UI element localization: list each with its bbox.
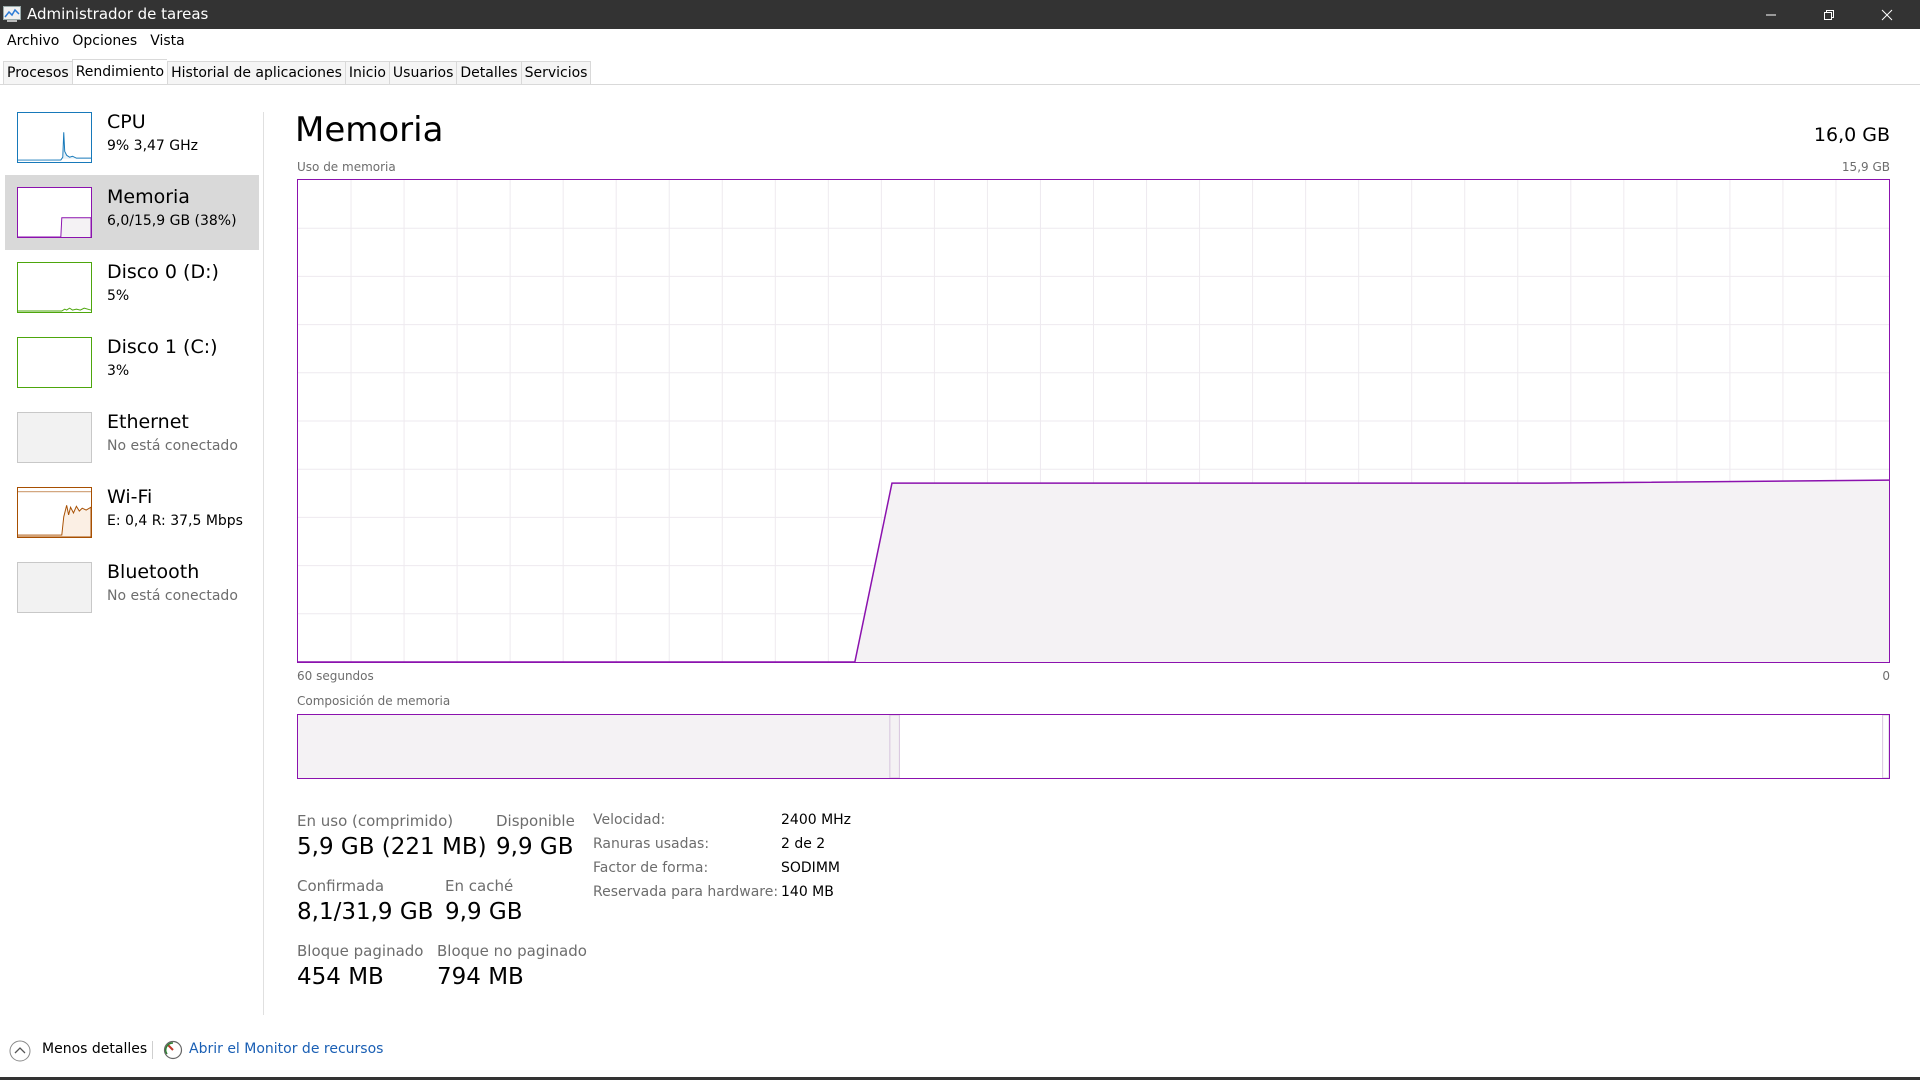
sidebar-item-title: Bluetooth <box>107 561 200 583</box>
bluetooth-thumbnail <box>17 562 92 613</box>
open-resource-monitor-link[interactable]: Abrir el Monitor de recursos <box>189 1041 383 1057</box>
spec-key-speed: Velocidad: <box>593 812 666 828</box>
cached-value: 9,9 GB <box>445 899 523 925</box>
sidebar-item-disco-0[interactable]: Disco 0 (D:) 5% <box>5 250 259 325</box>
close-icon <box>1881 9 1893 20</box>
composition-modified <box>889 715 900 778</box>
minimize-button[interactable] <box>1742 0 1800 29</box>
task-manager-icon <box>3 6 21 22</box>
wifi-thumbnail <box>17 487 92 538</box>
total-memory: 16,0 GB <box>1813 124 1890 146</box>
tab-detalles[interactable]: Detalles <box>456 61 521 85</box>
available-value: 9,9 GB <box>496 834 574 860</box>
sidebar-item-memoria[interactable]: Memoria 6,0/15,9 GB (38%) <box>5 175 259 250</box>
sidebar-item-title: CPU <box>107 111 146 133</box>
footer: Menos detalles Abrir el Monitor de recur… <box>0 1035 1920 1065</box>
close-button[interactable] <box>1858 0 1916 29</box>
page-title: Memoria <box>295 110 444 150</box>
memory-composition-bar <box>297 714 1890 779</box>
composition-free <box>1882 715 1889 778</box>
sidebar-item-title: Ethernet <box>107 411 189 433</box>
sidebar-item-ethernet[interactable]: Ethernet No está conectado <box>5 400 259 475</box>
tab-servicios[interactable]: Servicios <box>520 61 592 85</box>
sidebar-item-title: Disco 0 (D:) <box>107 261 219 283</box>
nonpaged-pool-value: 794 MB <box>437 964 524 990</box>
composition-in-use <box>298 715 890 778</box>
memory-usage-graph <box>297 179 1890 663</box>
sidebar-item-cpu[interactable]: CPU 9% 3,47 GHz <box>5 100 259 175</box>
resource-list: CPU 9% 3,47 GHz Memoria 6,0/15,9 GB (38%… <box>5 100 259 625</box>
spec-value-speed: 2400 MHz <box>781 812 852 828</box>
sidebar-item-title: Disco 1 (C:) <box>107 336 218 358</box>
tab-procesos[interactable]: Procesos <box>3 61 72 85</box>
usage-label: Uso de memoria <box>297 160 396 174</box>
fewer-details-label: Menos detalles <box>42 1041 148 1057</box>
sidebar-item-subtitle: 3% <box>107 363 130 379</box>
sidebar-item-subtitle: 5% <box>107 288 130 304</box>
tab-historial[interactable]: Historial de aplicaciones <box>167 61 345 85</box>
spec-value-slots: 2 de 2 <box>781 836 826 852</box>
spec-value-reserved: 140 MB <box>781 884 834 900</box>
sidebar-item-title: Memoria <box>107 186 190 208</box>
sidebar-item-disco-1[interactable]: Disco 1 (C:) 3% <box>5 325 259 400</box>
cached-label: En caché <box>445 877 514 895</box>
sidebar-item-subtitle: 9% 3,47 GHz <box>107 138 199 154</box>
paged-pool-value: 454 MB <box>297 964 384 990</box>
cpu-thumbnail <box>17 112 92 163</box>
tab-inicio[interactable]: Inicio <box>344 61 389 85</box>
minimize-icon <box>1766 14 1776 15</box>
menu-opciones[interactable]: Opciones <box>72 33 137 49</box>
sidebar-item-title: Wi-Fi <box>107 486 153 508</box>
in-use-value: 5,9 GB (221 MB) <box>297 834 487 860</box>
chevron-up-icon <box>9 1040 31 1062</box>
composition-label: Composición de memoria <box>297 694 451 708</box>
sidebar-item-subtitle: No está conectado <box>107 588 238 604</box>
menu-bar: Archivo Opciones Vista <box>0 29 1920 53</box>
tab-strip: Procesos Rendimiento Historial de aplica… <box>3 59 592 85</box>
restore-button[interactable] <box>1800 0 1858 29</box>
x-axis-right-label: 0 <box>1882 669 1890 683</box>
spec-key-form-factor: Factor de forma: <box>593 860 709 876</box>
spec-key-slots: Ranuras usadas: <box>593 836 710 852</box>
memory-thumbnail <box>17 187 92 238</box>
sidebar-item-bluetooth[interactable]: Bluetooth No está conectado <box>5 550 259 625</box>
title-bar: Administrador de tareas <box>0 0 1920 29</box>
ethernet-thumbnail <box>17 412 92 463</box>
tab-divider <box>0 84 1920 85</box>
menu-archivo[interactable]: Archivo <box>7 33 59 49</box>
paged-pool-label: Bloque paginado <box>297 942 424 960</box>
tab-rendimiento[interactable]: Rendimiento <box>71 59 168 85</box>
resource-monitor-icon <box>163 1040 183 1060</box>
window-title: Administrador de tareas <box>27 5 209 23</box>
usage-max-label: 15,9 GB <box>1841 160 1890 174</box>
sidebar-item-subtitle: E: 0,4 R: 37,5 Mbps <box>107 513 243 529</box>
usage-area <box>298 480 1889 662</box>
footer-separator <box>152 1041 153 1059</box>
sidebar-item-subtitle: No está conectado <box>107 438 238 454</box>
restore-icon <box>1824 9 1834 20</box>
x-axis-left-label: 60 segundos <box>297 669 374 683</box>
sidebar-divider <box>263 112 264 1015</box>
available-label: Disponible <box>496 812 575 830</box>
spec-value-form-factor: SODIMM <box>781 860 840 876</box>
spec-key-reserved: Reservada para hardware: <box>593 884 779 900</box>
menu-vista[interactable]: Vista <box>150 33 185 49</box>
sidebar-item-subtitle: 6,0/15,9 GB (38%) <box>107 213 237 229</box>
tab-usuarios[interactable]: Usuarios <box>388 61 457 85</box>
disk-0-thumbnail <box>17 262 92 313</box>
nonpaged-pool-label: Bloque no paginado <box>437 942 587 960</box>
committed-label: Confirmada <box>297 877 385 895</box>
disk-1-thumbnail <box>17 337 92 388</box>
sidebar-item-wifi[interactable]: Wi-Fi E: 0,4 R: 37,5 Mbps <box>5 475 259 550</box>
in-use-label: En uso (comprimido) <box>297 812 454 830</box>
committed-value: 8,1/31,9 GB <box>297 899 434 925</box>
